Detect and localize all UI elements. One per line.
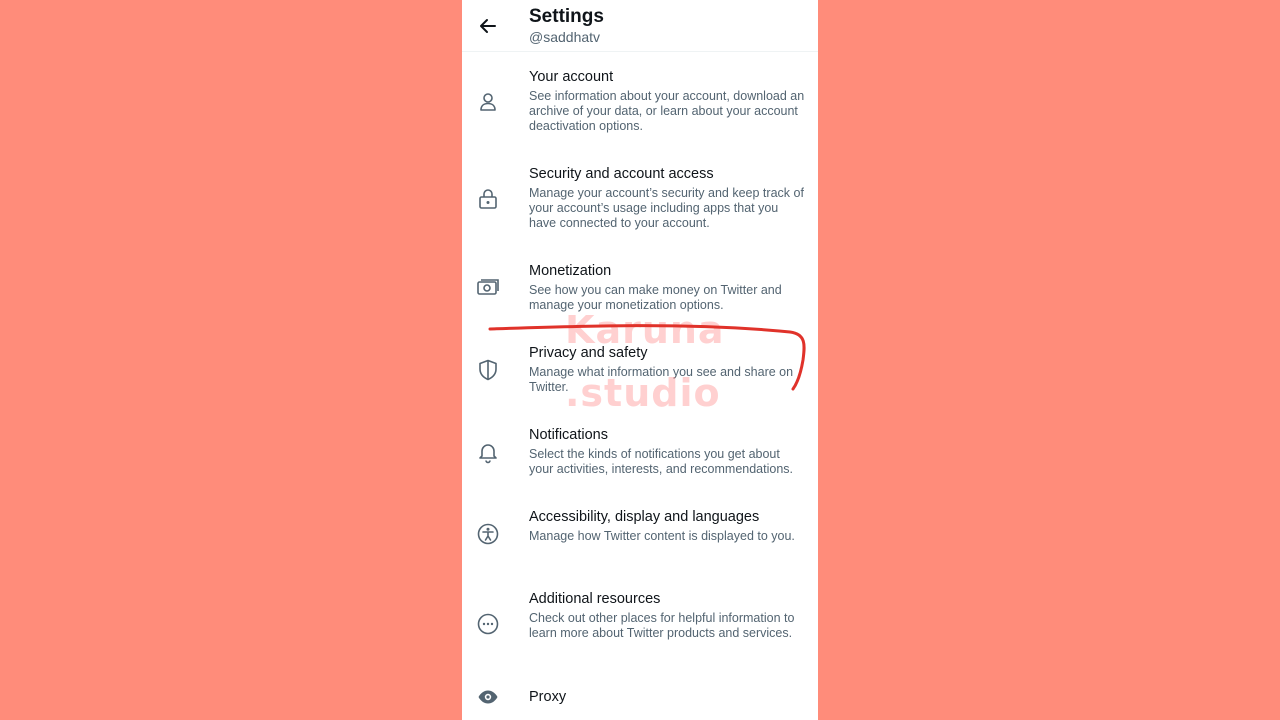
more-icon xyxy=(476,612,500,636)
page-title: Settings xyxy=(529,6,604,27)
settings-item-label: Security and account access xyxy=(529,166,714,182)
settings-item-label: Additional resources xyxy=(529,591,661,607)
settings-item-label: Monetization xyxy=(529,263,612,279)
shield-icon xyxy=(476,358,500,382)
settings-item-privacy[interactable]: Privacy and safety Manage what informati… xyxy=(462,345,818,400)
settings-item-your-account[interactable]: Your account See information about your … xyxy=(462,69,818,139)
settings-item-description: Check out other places for helpful infor… xyxy=(529,611,795,640)
settings-item-monetization[interactable]: Monetization See how you can make money … xyxy=(462,263,818,318)
accessibility-icon xyxy=(476,522,500,546)
person-icon xyxy=(476,90,500,114)
back-arrow-icon xyxy=(480,19,496,33)
settings-item-additional-resources[interactable]: Additional resources Check out other pla… xyxy=(462,591,818,661)
bell-icon xyxy=(476,440,500,464)
settings-item-label: Privacy and safety xyxy=(529,345,648,361)
settings-item-description: Manage what information you see and shar… xyxy=(529,365,794,394)
eye-icon xyxy=(476,685,500,709)
settings-item-accessibility[interactable]: Accessibility, display and languages Man… xyxy=(462,509,818,564)
settings-item-description: See information about your account, down… xyxy=(529,89,805,133)
settings-item-proxy[interactable]: Proxy xyxy=(462,689,818,713)
settings-item-label: Accessibility, display and languages xyxy=(529,509,760,525)
settings-item-description: See how you can make money on Twitter an… xyxy=(529,283,782,312)
settings-item-security[interactable]: Security and account access Manage your … xyxy=(462,166,818,236)
settings-item-description: Select the kinds of notifications you ge… xyxy=(529,447,794,476)
settings-header: Settings @saddhatv xyxy=(462,0,818,52)
settings-item-description: Manage your account’s security and keep … xyxy=(529,186,804,230)
settings-item-description: Manage how Twitter content is displayed … xyxy=(529,529,795,543)
settings-screen: Settings @saddhatv Your account See info… xyxy=(462,0,818,720)
settings-item-notifications[interactable]: Notifications Select the kinds of notifi… xyxy=(462,427,818,482)
back-button[interactable] xyxy=(474,12,502,40)
settings-item-label: Your account xyxy=(529,69,614,85)
settings-item-label: Proxy xyxy=(529,689,567,705)
money-icon xyxy=(476,276,500,300)
lock-icon xyxy=(476,187,500,211)
settings-item-label: Notifications xyxy=(529,427,608,443)
user-handle: @saddhatv xyxy=(529,29,601,45)
